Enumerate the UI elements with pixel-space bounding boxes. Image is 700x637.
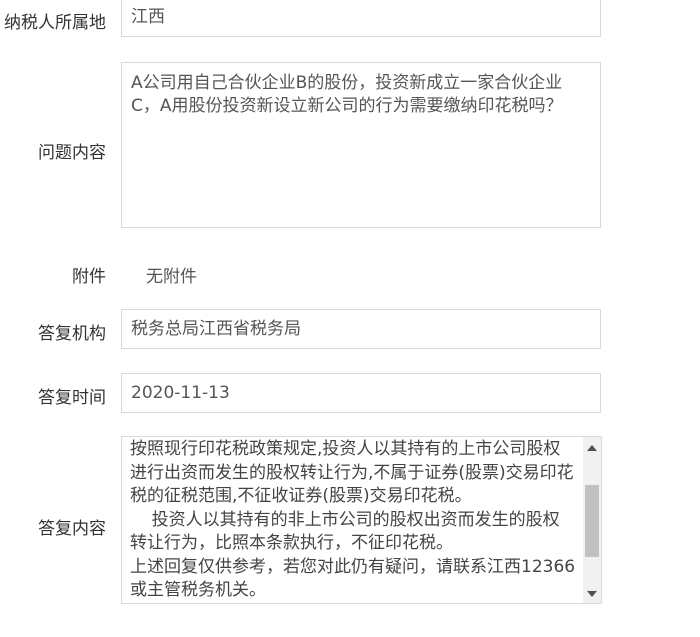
reply-content-field[interactable]: 按照现行印花税政策规定,投资人以其持有的上市公司股权进行出资而发生的股权转让行为… bbox=[121, 436, 602, 604]
question-content-label: 问题内容 bbox=[38, 143, 106, 163]
taxpayer-location-field[interactable]: 江西 bbox=[121, 0, 601, 37]
reply-content-label: 答复内容 bbox=[38, 519, 106, 539]
reply-time-label: 答复时间 bbox=[38, 388, 106, 408]
reply-org-label: 答复机构 bbox=[38, 324, 106, 344]
scroll-thumb[interactable] bbox=[585, 485, 599, 557]
reply-content-scrollbar[interactable] bbox=[583, 437, 601, 603]
attachment-label: 附件 bbox=[72, 267, 106, 287]
reply-time-field[interactable]: 2020-11-13 bbox=[121, 373, 601, 413]
question-content-field[interactable]: A公司用自己合伙企业B的股份，投资新成立一家合伙企业C，A用股份投资新设立新公司… bbox=[121, 62, 601, 228]
attachment-value: 无附件 bbox=[146, 267, 197, 287]
reply-content-text: 按照现行印花税政策规定,投资人以其持有的上市公司股权进行出资而发生的股权转让行为… bbox=[130, 439, 576, 600]
taxpayer-location-label: 纳税人所属地 bbox=[4, 13, 106, 33]
reply-org-field[interactable]: 税务总局江西省税务局 bbox=[121, 309, 601, 349]
scroll-up-arrow-icon[interactable] bbox=[583, 439, 601, 456]
scroll-down-arrow-icon[interactable] bbox=[583, 585, 601, 602]
